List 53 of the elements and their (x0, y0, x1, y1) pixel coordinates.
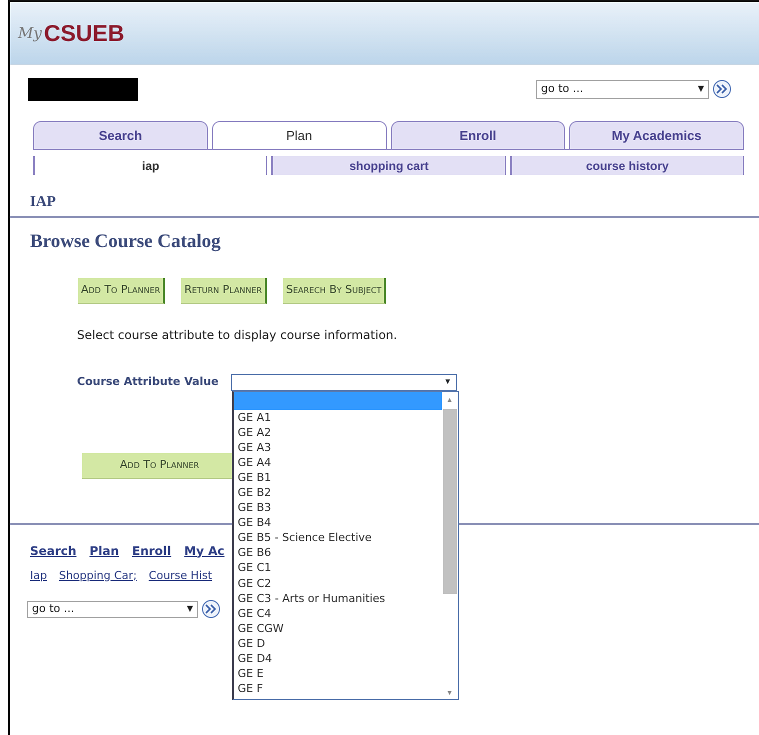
dropdown-option[interactable]: GE D (234, 636, 442, 651)
dropdown-arrow-icon: ▼ (186, 603, 193, 615)
footer-sublink[interactable]: Shopping Car; (58, 568, 137, 584)
select-value: go to ... (32, 600, 74, 617)
action-button[interactable]: Searech By Subject (283, 278, 386, 304)
select-value: go to ... (541, 80, 584, 97)
dropdown-option[interactable]: GE B5 - Science Elective (234, 530, 442, 546)
dropdown-option[interactable]: GE A3 (234, 440, 442, 455)
nav-tab[interactable]: My Academics (569, 121, 744, 149)
dropdown-option[interactable]: GE A2 (234, 424, 442, 440)
instruction-text: Select course attribute to display course information. (76, 326, 398, 344)
nav-tab[interactable]: Plan (212, 121, 386, 149)
nav-tab[interactable]: Enroll (390, 121, 566, 149)
logo: CSUEB (44, 18, 124, 48)
dropdown-option[interactable]: GE A1 (234, 410, 442, 425)
footer-link[interactable]: Enroll (132, 542, 172, 560)
footer-sublink[interactable]: Iap (30, 568, 47, 584)
dropdown-option[interactable]: GE B4 (234, 515, 442, 530)
action-button[interactable]: Return Planner (181, 278, 267, 304)
dropdown-option[interactable]: GE E (234, 666, 442, 682)
dropdown-option[interactable]: GE C4 (234, 606, 442, 621)
goto-select[interactable]: go to ... ▼ (536, 80, 709, 98)
section-heading: IAP (10, 175, 759, 218)
dropdown-arrow-icon: ▼ (698, 83, 704, 95)
sub-tab[interactable]: shopping cart (271, 156, 506, 175)
logo-prefix: My (18, 22, 42, 44)
sub-tab[interactable]: course history (510, 156, 744, 175)
sub-tab[interactable]: iap (33, 156, 268, 175)
nav-tab[interactable]: Search (33, 121, 208, 149)
double-chevron-icon (205, 604, 217, 614)
footer-sublink[interactable]: Course Hist (148, 568, 212, 584)
go-button[interactable] (713, 80, 731, 98)
footer-link[interactable]: Plan (89, 542, 120, 560)
dropdown-option[interactable]: GE CGW (234, 620, 442, 636)
dropdown-option[interactable]: GE F (234, 681, 442, 696)
dropdown-option[interactable]: GE B6 (234, 545, 442, 560)
action-button[interactable]: Add To Planner (78, 278, 166, 304)
dropdown-option[interactable]: GE C2 (234, 576, 442, 591)
dropdown-option[interactable]: GE B2 (234, 484, 442, 500)
footer-link[interactable]: Search (30, 542, 76, 560)
attribute-select[interactable]: ▼ (230, 374, 457, 390)
dropdown-option[interactable]: GE D4 (234, 651, 442, 666)
dropdown-arrow-icon: ▼ (444, 376, 452, 388)
footer-link[interactable]: My Ac (184, 542, 224, 560)
dropdown-option[interactable]: GE C3 - Arts or Humanities (234, 590, 442, 606)
scroll-thumb[interactable] (442, 408, 457, 594)
field-label: Course Attribute Value (77, 374, 219, 390)
dropdown-option[interactable]: GE C1 (234, 560, 442, 576)
go-button[interactable] (202, 600, 220, 618)
double-chevron-icon (716, 84, 728, 94)
dropdown-option[interactable]: GE B3 (234, 500, 442, 516)
goto-select[interactable]: go to ... ▼ (27, 600, 198, 618)
page-title: Browse Course Catalog (29, 230, 222, 254)
